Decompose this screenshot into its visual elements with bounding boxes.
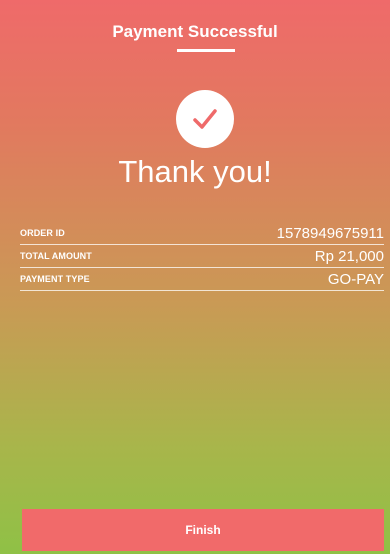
detail-row-order-id: ORDER ID 1578949675911 [20, 222, 384, 245]
payment-type-value: GO-PAY [327, 270, 384, 288]
order-id-label: ORDER ID [20, 228, 65, 238]
payment-details: ORDER ID 1578949675911 TOTAL AMOUNT Rp 2… [20, 222, 384, 291]
order-id-value: 1578949675911 [276, 224, 384, 242]
title-underline [177, 49, 235, 52]
thank-you-message: Thank you! [118, 154, 272, 189]
success-check-icon [176, 90, 234, 148]
payment-type-label: PAYMENT TYPE [20, 274, 90, 284]
detail-row-total-amount: TOTAL AMOUNT Rp 21,000 [20, 245, 384, 268]
payment-success-screen: Payment Successful Thank you! ORDER ID 1… [0, 0, 390, 554]
total-amount-label: TOTAL AMOUNT [20, 251, 92, 261]
finish-button[interactable]: Finish [22, 509, 384, 551]
detail-row-payment-type: PAYMENT TYPE GO-PAY [20, 268, 384, 291]
total-amount-value: Rp 21,000 [314, 247, 384, 265]
page-title: Payment Successful [112, 22, 278, 41]
